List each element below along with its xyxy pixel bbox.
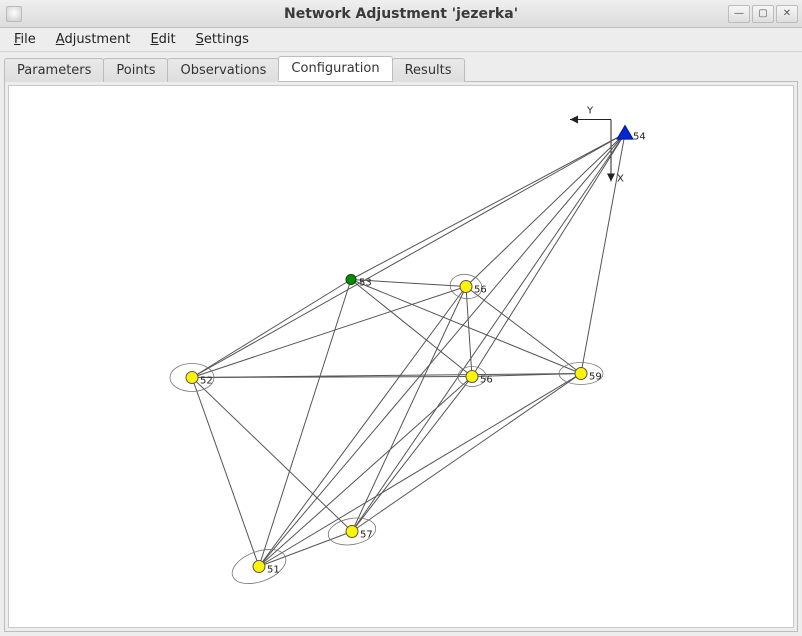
maximize-button[interactable]: ▢ bbox=[752, 5, 774, 23]
minimize-button[interactable]: — bbox=[728, 5, 750, 23]
point-53[interactable] bbox=[346, 275, 356, 285]
point-label-56: 56 bbox=[480, 375, 493, 386]
minimize-icon: — bbox=[734, 8, 744, 19]
close-button[interactable]: ✕ bbox=[776, 5, 798, 23]
tab-points[interactable]: Points bbox=[103, 58, 168, 82]
point-51[interactable] bbox=[253, 561, 265, 573]
point-56[interactable] bbox=[466, 371, 478, 383]
app-window: Network Adjustment 'jezerka' — ▢ ✕ File … bbox=[0, 0, 802, 636]
point-label-51: 51 bbox=[267, 565, 280, 576]
window-title: Network Adjustment 'jezerka' bbox=[0, 6, 802, 22]
content-frame: Y X 51 52 53 54 56 56 57 59 bbox=[4, 81, 798, 632]
tab-observations[interactable]: Observations bbox=[167, 58, 279, 82]
close-icon: ✕ bbox=[783, 8, 791, 19]
point-label-54: 54 bbox=[633, 132, 646, 143]
point-52[interactable] bbox=[186, 372, 198, 384]
network-svg: Y X 51 52 53 54 56 56 57 59 bbox=[9, 86, 793, 627]
point-57[interactable] bbox=[346, 526, 358, 538]
menu-settings[interactable]: Settings bbox=[188, 30, 257, 49]
point-59[interactable] bbox=[575, 368, 587, 380]
tab-results[interactable]: Results bbox=[392, 58, 465, 82]
window-controls: — ▢ ✕ bbox=[728, 5, 802, 23]
axis-y-label: Y bbox=[586, 106, 594, 117]
tabbar: Parameters Points Observations Configura… bbox=[0, 52, 802, 81]
point-label-56: 56 bbox=[474, 285, 487, 296]
point-label-59: 59 bbox=[589, 372, 602, 383]
point-label-53: 53 bbox=[359, 278, 372, 289]
point-label-57: 57 bbox=[360, 530, 373, 541]
menu-file[interactable]: File bbox=[6, 30, 44, 49]
menu-adjustment[interactable]: Adjustment bbox=[48, 30, 139, 49]
point-label-52: 52 bbox=[200, 376, 213, 387]
axis-x-label: X bbox=[617, 174, 624, 185]
point-54[interactable] bbox=[617, 126, 633, 140]
menubar: File Adjustment Edit Settings bbox=[0, 28, 802, 52]
menu-edit[interactable]: Edit bbox=[142, 30, 183, 49]
titlebar[interactable]: Network Adjustment 'jezerka' — ▢ ✕ bbox=[0, 0, 802, 28]
tab-configuration[interactable]: Configuration bbox=[278, 56, 392, 81]
maximize-icon: ▢ bbox=[758, 8, 767, 19]
point-56[interactable] bbox=[460, 281, 472, 293]
tab-parameters[interactable]: Parameters bbox=[4, 58, 104, 82]
app-icon bbox=[6, 6, 22, 22]
network-canvas[interactable]: Y X 51 52 53 54 56 56 57 59 bbox=[8, 85, 794, 628]
